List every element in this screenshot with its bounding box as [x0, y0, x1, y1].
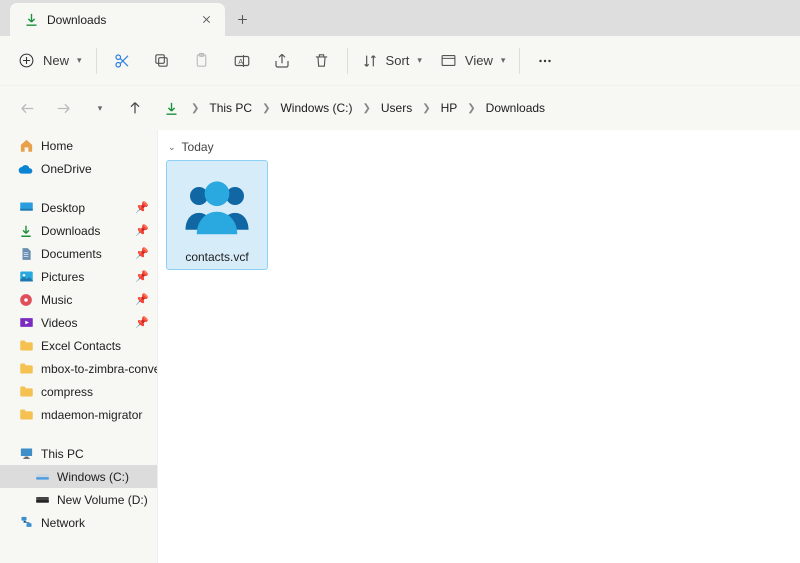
- share-button[interactable]: [263, 44, 301, 78]
- downloads-icon: [24, 12, 39, 27]
- view-button[interactable]: View ▾: [432, 44, 513, 78]
- documents-icon: [18, 246, 34, 262]
- up-button[interactable]: [120, 93, 150, 123]
- folder-icon: [18, 384, 34, 400]
- pin-icon: 📌: [135, 247, 149, 260]
- file-list[interactable]: ⌄ Today contacts.vcf: [157, 130, 800, 563]
- tab-downloads[interactable]: Downloads: [10, 3, 225, 36]
- downloads-icon: [164, 101, 179, 116]
- file-name: contacts.vcf: [185, 250, 248, 264]
- breadcrumb-item[interactable]: Users: [379, 97, 414, 119]
- sidebar-item-network[interactable]: Network: [0, 511, 157, 534]
- new-button[interactable]: New ▾: [10, 44, 90, 78]
- sort-icon: [362, 53, 378, 69]
- close-tab-button[interactable]: [195, 9, 217, 31]
- breadcrumb-item[interactable]: This PC: [207, 97, 254, 119]
- pictures-icon: [18, 269, 34, 285]
- home-icon: [18, 138, 34, 154]
- pin-icon: 📌: [135, 293, 149, 306]
- scissors-icon: [113, 52, 131, 70]
- folder-icon: [18, 361, 34, 377]
- toolbar: New ▾ A Sort ▾ View ▾: [0, 36, 800, 86]
- chevron-right-icon: ❯: [463, 103, 479, 114]
- sort-button[interactable]: Sort ▾: [354, 44, 430, 78]
- plus-circle-icon: [18, 52, 35, 69]
- chevron-down-icon: ▾: [98, 103, 103, 114]
- copy-icon: [153, 52, 170, 69]
- chevron-down-icon: ▾: [77, 55, 82, 66]
- new-tab-button[interactable]: [225, 3, 259, 36]
- sidebar-item-pictures[interactable]: Pictures 📌: [0, 265, 157, 288]
- folder-icon: [18, 338, 34, 354]
- videos-icon: [18, 315, 34, 331]
- breadcrumb-item[interactable]: HP: [439, 97, 460, 119]
- back-button[interactable]: [12, 93, 42, 123]
- sidebar-item-desktop[interactable]: Desktop 📌: [0, 196, 157, 219]
- sidebar-item-folder[interactable]: mbox-to-zimbra-converter: [0, 357, 157, 380]
- pin-icon: 📌: [135, 270, 149, 283]
- network-icon: [18, 515, 34, 531]
- downloads-icon: [18, 223, 34, 239]
- delete-button[interactable]: [303, 44, 341, 78]
- cut-button[interactable]: [103, 44, 141, 78]
- cloud-icon: [18, 161, 34, 177]
- sidebar-item-folder[interactable]: mdaemon-migrator: [0, 403, 157, 426]
- recent-button[interactable]: ▾: [84, 93, 114, 123]
- paste-icon: [193, 52, 210, 69]
- chevron-right-icon: ❯: [258, 103, 274, 114]
- view-icon: [440, 52, 457, 69]
- arrow-left-icon: [19, 100, 36, 117]
- sidebar: Home OneDrive Desktop 📌 Downloads 📌 Docu…: [0, 130, 157, 563]
- trash-icon: [313, 52, 330, 69]
- sidebar-item-folder[interactable]: Excel Contacts: [0, 334, 157, 357]
- breadcrumb-item[interactable]: Windows (C:): [278, 97, 354, 119]
- tab-bar: Downloads: [0, 0, 800, 36]
- sidebar-item-folder[interactable]: compress: [0, 380, 157, 403]
- drive-icon: [34, 469, 50, 485]
- chevron-down-icon: ▾: [417, 55, 422, 66]
- copy-button[interactable]: [143, 44, 181, 78]
- svg-text:A: A: [238, 57, 243, 66]
- folder-icon: [18, 407, 34, 423]
- sidebar-item-drive-c[interactable]: Windows (C:): [0, 465, 157, 488]
- forward-button[interactable]: [48, 93, 78, 123]
- pin-icon: 📌: [135, 316, 149, 329]
- music-icon: [18, 292, 34, 308]
- pc-icon: [18, 446, 34, 462]
- sidebar-item-onedrive[interactable]: OneDrive: [0, 157, 157, 180]
- more-button[interactable]: [526, 44, 564, 78]
- sidebar-item-drive-d[interactable]: New Volume (D:): [0, 488, 157, 511]
- sidebar-item-documents[interactable]: Documents 📌: [0, 242, 157, 265]
- paste-button[interactable]: [183, 44, 221, 78]
- contacts-file-icon: [178, 166, 256, 244]
- navigation-bar: ▾ ❯ This PC ❯ Windows (C:) ❯ Users ❯ HP …: [0, 86, 800, 130]
- chevron-down-icon: ▾: [501, 55, 506, 66]
- sidebar-item-downloads[interactable]: Downloads 📌: [0, 219, 157, 242]
- sidebar-item-thispc[interactable]: This PC: [0, 442, 157, 465]
- rename-button[interactable]: A: [223, 44, 261, 78]
- arrow-up-icon: [127, 100, 143, 116]
- share-icon: [273, 52, 291, 70]
- chevron-right-icon: ❯: [187, 103, 203, 114]
- desktop-icon: [18, 200, 34, 216]
- pin-icon: 📌: [135, 224, 149, 237]
- arrow-right-icon: [55, 100, 72, 117]
- sidebar-item-videos[interactable]: Videos 📌: [0, 311, 157, 334]
- pin-icon: 📌: [135, 201, 149, 214]
- file-item[interactable]: contacts.vcf: [166, 160, 268, 270]
- drive-icon: [34, 492, 50, 508]
- breadcrumb-item[interactable]: Downloads: [484, 97, 547, 119]
- breadcrumb[interactable]: ❯ This PC ❯ Windows (C:) ❯ Users ❯ HP ❯ …: [156, 92, 788, 124]
- chevron-down-icon: ⌄: [168, 142, 176, 153]
- chevron-right-icon: ❯: [358, 103, 374, 114]
- tab-title: Downloads: [47, 13, 195, 27]
- sidebar-item-music[interactable]: Music 📌: [0, 288, 157, 311]
- sidebar-item-home[interactable]: Home: [0, 134, 157, 157]
- chevron-right-icon: ❯: [418, 103, 434, 114]
- rename-icon: A: [233, 52, 251, 70]
- group-header[interactable]: ⌄ Today: [158, 140, 800, 160]
- ellipsis-icon: [536, 52, 554, 70]
